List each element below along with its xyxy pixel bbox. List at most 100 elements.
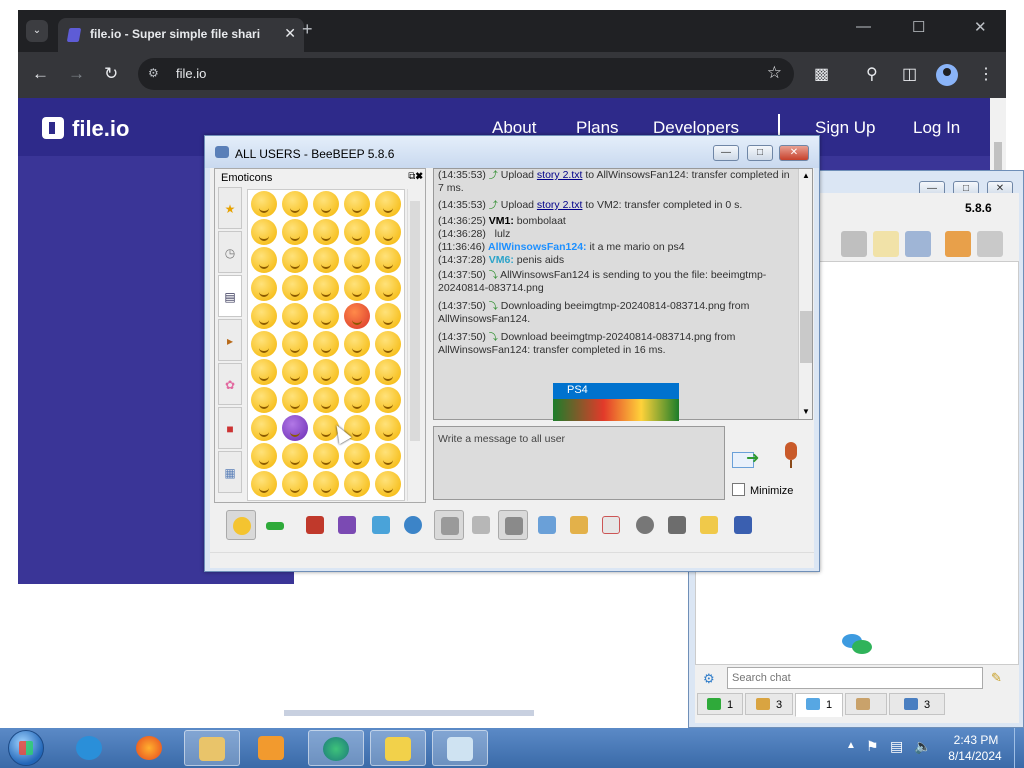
chat-scrollbar[interactable]: ▲ ▼ [798, 169, 812, 419]
edit-notes-icon[interactable] [694, 510, 724, 540]
site-logo[interactable]: file.io [42, 116, 129, 142]
weary-emoji-icon[interactable] [375, 331, 401, 357]
tired-emoji-icon[interactable] [251, 359, 277, 385]
hushed-emoji-icon[interactable] [282, 443, 308, 469]
edit-note-icon[interactable] [873, 231, 899, 257]
blush-emoji-icon[interactable] [344, 219, 370, 245]
grimace-emoji-icon[interactable] [282, 471, 308, 497]
file-link[interactable]: story 2.txt [537, 169, 583, 181]
open-mouth-emoji-icon[interactable] [375, 443, 401, 469]
scroll-up-icon[interactable]: ▲ [799, 169, 813, 183]
mask-emoji-icon[interactable] [344, 387, 370, 413]
chat-window-titlebar[interactable]: ALL USERS - BeeBEEP 5.8.6 — □ ✕ [205, 136, 819, 168]
confused-emoji-icon[interactable] [251, 443, 277, 469]
save-disk-icon[interactable] [841, 231, 867, 257]
nav-login-link[interactable]: Log In [913, 118, 960, 138]
tab-search-button[interactable]: ⌄ [26, 20, 48, 42]
maximize-window-button[interactable]: ☐ [912, 18, 925, 36]
tab-users-online[interactable]: 1 [697, 693, 743, 715]
astonished-emoji-icon[interactable] [251, 387, 277, 413]
laugh-emoji-icon[interactable] [313, 191, 339, 217]
send-file-icon[interactable] [532, 510, 562, 540]
address-url[interactable]: file.io [176, 66, 206, 81]
pensive-emoji-icon[interactable] [344, 247, 370, 273]
chat-close-button[interactable]: ✕ [779, 145, 809, 161]
tab-all-users[interactable] [845, 693, 887, 715]
pout-emoji-icon[interactable] [375, 303, 401, 329]
address-bar[interactable]: ⚙ file.io ☆ [138, 58, 794, 90]
network-icon[interactable]: ▤ [890, 738, 903, 755]
settings-gear-icon[interactable] [398, 510, 428, 540]
confounded-emoji-icon[interactable] [282, 275, 308, 301]
clear-search-icon[interactable]: ✎ [991, 670, 1002, 686]
back-icon[interactable]: ← [32, 64, 49, 84]
wink-tongue-emoji-icon[interactable] [251, 303, 277, 329]
labs-flask-icon[interactable]: ⚲ [866, 64, 878, 84]
imp-emoji-icon[interactable] [282, 415, 308, 441]
grin-eyes-emoji-icon[interactable] [375, 191, 401, 217]
smile-closed-emoji-icon[interactable] [313, 443, 339, 469]
dizzy-emoji-icon[interactable] [313, 387, 339, 413]
flushed-emoji-icon[interactable] [282, 387, 308, 413]
emoticon-scroll-thumb[interactable] [410, 201, 420, 441]
frowning-emoji-icon[interactable] [251, 471, 277, 497]
scream-emoji-icon[interactable] [375, 359, 401, 385]
stuck-out-tongue-emoji-icon[interactable] [344, 443, 370, 469]
megaphone-category-icon[interactable]: ▸ [218, 319, 242, 361]
text-completion-icon[interactable] [466, 510, 496, 540]
chat-maximize-button[interactable]: □ [747, 145, 773, 161]
relieved-emoji-icon[interactable] [251, 247, 277, 273]
new-tab-button[interactable]: + [302, 19, 313, 40]
side-panel-icon[interactable]: ◫ [902, 64, 917, 84]
action-center-flag-icon[interactable]: ⚑ [866, 738, 879, 755]
scroll-down-icon[interactable]: ▼ [799, 405, 813, 419]
sweat-smile-emoji-icon[interactable] [251, 219, 277, 245]
flower-category-icon[interactable]: ✿ [218, 363, 242, 405]
taskbar-chrome[interactable] [308, 730, 364, 766]
taskbar-firefox[interactable] [122, 730, 178, 766]
clock-time[interactable]: 2:43 PM [948, 733, 1004, 747]
tab-groups[interactable]: 3 [745, 693, 793, 715]
message-input[interactable]: Write a message to all user [433, 426, 725, 500]
update-arrow-icon[interactable] [945, 231, 971, 257]
sob-emoji-icon[interactable] [313, 359, 339, 385]
bookmark-star-icon[interactable]: ☆ [767, 63, 782, 83]
start-button[interactable] [8, 730, 44, 766]
heart-eyes-emoji-icon[interactable] [282, 247, 308, 273]
sleepy-emoji-icon[interactable] [375, 247, 401, 273]
font-color-icon[interactable] [332, 510, 362, 540]
surprised-emoji-icon[interactable] [344, 471, 370, 497]
emoticon-scrollbar[interactable] [407, 189, 421, 501]
voice-record-icon[interactable] [780, 440, 802, 472]
html-code-icon[interactable] [596, 510, 626, 540]
objects-category-icon[interactable]: ▤ [218, 275, 242, 317]
smirk-emoji-icon[interactable] [313, 219, 339, 245]
spellcheck-icon[interactable] [434, 510, 464, 540]
kiss2-emoji-icon[interactable] [344, 275, 370, 301]
menu-kebab-icon[interactable]: ⋮ [978, 64, 994, 84]
kiss-emoji-icon[interactable] [313, 275, 339, 301]
places-category-icon[interactable]: ■ [218, 407, 242, 449]
minimize-checkbox[interactable] [732, 483, 745, 496]
save-chat-icon[interactable] [728, 510, 758, 540]
clear-history-icon[interactable] [662, 510, 692, 540]
disappointed-emoji-icon[interactable] [282, 303, 308, 329]
fearful-emoji-icon[interactable] [344, 331, 370, 357]
emoticons-dock-buttons[interactable]: ⧉✖ [408, 171, 423, 182]
show-desktop-button[interactable] [1014, 728, 1024, 768]
received-image-ps4[interactable]: PS4 [553, 383, 679, 421]
grin-teeth-emoji-icon[interactable] [313, 471, 339, 497]
filter-icon[interactable] [366, 510, 396, 540]
tongue-emoji-icon[interactable] [375, 275, 401, 301]
show-hidden-icons[interactable]: ▲ [846, 740, 856, 751]
search-settings-icon[interactable]: ⚙ [703, 671, 715, 687]
symbols-category-icon[interactable]: ▦ [218, 451, 242, 493]
triumph-emoji-icon[interactable] [282, 331, 308, 357]
sound-note-icon[interactable] [498, 510, 528, 540]
squint-emoji-icon[interactable] [282, 219, 308, 245]
favorites-star-icon[interactable]: ★ [218, 187, 242, 229]
profile-avatar-icon[interactable] [936, 64, 958, 86]
tab-fileio[interactable]: file.io - Super simple file sharin ✕ [58, 18, 304, 52]
minimize-window-button[interactable]: — [856, 18, 871, 35]
yum-emoji-icon[interactable] [375, 219, 401, 245]
